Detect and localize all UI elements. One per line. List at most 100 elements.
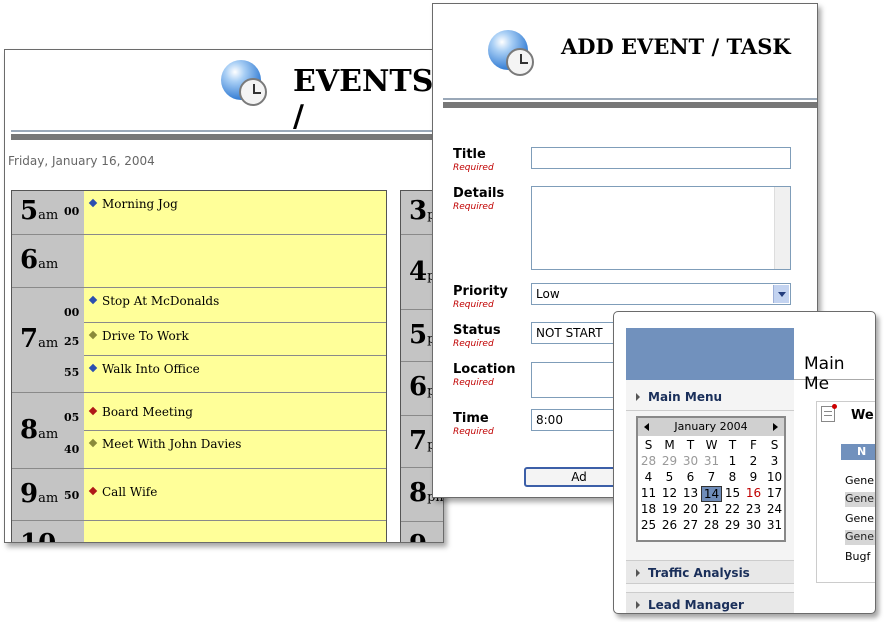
traffic-analysis-row[interactable]: Traffic Analysis xyxy=(626,560,794,584)
title-required: Required xyxy=(453,163,494,173)
calendar-weekday: T xyxy=(686,438,695,452)
calendar-day[interactable]: 3 xyxy=(764,454,785,470)
list-item[interactable]: Gene xyxy=(845,474,874,487)
bullet-diamond-icon xyxy=(88,295,98,305)
hour-label: 7 xyxy=(409,426,428,456)
menu-header-band xyxy=(626,328,794,380)
event-row[interactable]: Stop At McDonalds xyxy=(84,288,386,323)
event-row[interactable]: Meet With John Davies xyxy=(84,431,386,469)
calendar-day[interactable]: 31 xyxy=(764,518,785,534)
hour-label: 3 xyxy=(409,196,428,226)
menu-divider xyxy=(626,410,794,411)
calendar-day[interactable]: 9 xyxy=(743,470,764,486)
title-label: Title xyxy=(453,147,486,162)
event-title[interactable]: Stop At McDonalds xyxy=(102,294,219,308)
calendar-day[interactable]: 19 xyxy=(659,502,680,518)
calendar-day[interactable]: 16 xyxy=(743,486,764,502)
calendar-day[interactable]: 13 xyxy=(680,486,701,502)
calendar-day[interactable]: 20 xyxy=(680,502,701,518)
hour-6am: 6am xyxy=(12,235,84,288)
calendar-day[interactable]: 14 xyxy=(701,486,722,502)
event-title[interactable]: Morning Jog xyxy=(102,197,178,211)
calendar-weekday: S xyxy=(644,438,653,452)
calendar-day[interactable]: 8 xyxy=(722,470,743,486)
list-item[interactable]: Gene xyxy=(845,492,875,507)
calendar-day[interactable]: 27 xyxy=(680,518,701,534)
calendar-day[interactable]: 18 xyxy=(638,502,659,518)
event-title[interactable]: Drive To Work xyxy=(102,329,189,343)
title-input[interactable] xyxy=(531,147,791,169)
ampm-label: am xyxy=(38,427,59,442)
calendar-day[interactable]: 10 xyxy=(764,470,785,486)
calendar-day[interactable]: 31 xyxy=(701,454,722,470)
calendar-day[interactable]: 28 xyxy=(638,454,659,470)
title-rule-thin xyxy=(11,130,443,132)
calendar-day[interactable]: 15 xyxy=(722,486,743,502)
calendar-day[interactable]: 30 xyxy=(680,454,701,470)
calendar-day[interactable]: 29 xyxy=(722,518,743,534)
calendar-day[interactable]: 2 xyxy=(743,454,764,470)
bullet-diamond-icon xyxy=(88,406,98,416)
list-item[interactable]: Gene xyxy=(845,512,874,525)
event-title[interactable]: Board Meeting xyxy=(102,405,193,419)
priority-select[interactable]: Low xyxy=(531,283,791,305)
event-row[interactable]: Call Wife xyxy=(84,469,386,521)
calendar-day[interactable]: 29 xyxy=(659,454,680,470)
calendar-day[interactable]: 6 xyxy=(680,470,701,486)
calendar-day[interactable]: 4 xyxy=(638,470,659,486)
hour-label: 4 xyxy=(409,257,428,287)
calendar-day[interactable]: 26 xyxy=(659,518,680,534)
list-item[interactable]: Bugf xyxy=(845,550,870,563)
minute-label: 55 xyxy=(64,366,80,379)
hour-label: 6 xyxy=(409,372,428,402)
details-textarea[interactable] xyxy=(531,186,791,270)
calendar-day[interactable]: 5 xyxy=(659,470,680,486)
calendar-day[interactable]: 24 xyxy=(764,502,785,518)
calendar-day[interactable]: 12 xyxy=(659,486,680,502)
event-row-empty[interactable] xyxy=(84,235,386,288)
hour-9am: 9am 50 xyxy=(12,469,84,521)
calendar-day[interactable]: 25 xyxy=(638,518,659,534)
schedule-am: 5am 00 Morning Jog 6am 7am 00 25 55 Stop… xyxy=(11,190,387,542)
events-window: EVENTS / Friday, January 16, 2004 5am 00… xyxy=(4,49,444,543)
minute-label: 40 xyxy=(64,443,80,456)
calendar-day[interactable]: 22 xyxy=(722,502,743,518)
hour-5am: 5am 00 xyxy=(12,191,84,235)
details-scrollbar[interactable] xyxy=(774,187,790,269)
bullet-diamond-icon xyxy=(88,486,98,496)
calendar-day[interactable]: 21 xyxy=(701,502,722,518)
calendar-day[interactable]: 30 xyxy=(743,518,764,534)
event-row[interactable]: Board Meeting xyxy=(84,393,386,431)
chevron-down-icon[interactable] xyxy=(773,285,789,303)
calendar-day[interactable]: 23 xyxy=(743,502,764,518)
event-row[interactable]: Drive To Work xyxy=(84,323,386,356)
location-required: Required xyxy=(453,378,494,388)
new-button[interactable]: N xyxy=(841,444,875,460)
event-row[interactable]: Walk Into Office xyxy=(84,356,386,393)
hour-9pm: 9 xyxy=(401,522,443,542)
lead-manager-row[interactable]: Lead Manager xyxy=(626,592,794,613)
list-item[interactable]: Gene xyxy=(845,530,875,545)
title-rule-thick xyxy=(11,134,443,140)
event-title[interactable]: Call Wife xyxy=(102,485,157,499)
bullet-diamond-icon xyxy=(88,198,98,208)
traffic-analysis-label: Traffic Analysis xyxy=(648,566,750,580)
calendar-weekday: M xyxy=(664,438,675,452)
calendar-day[interactable]: 1 xyxy=(722,454,743,470)
main-menu-link[interactable]: Main Menu xyxy=(636,390,722,404)
event-title[interactable]: Walk Into Office xyxy=(102,362,200,376)
event-title[interactable]: Meet With John Davies xyxy=(102,437,241,451)
notepad-icon xyxy=(821,404,837,422)
current-date: Friday, January 16, 2004 xyxy=(8,154,155,168)
add-event-title: ADD EVENT / TASK xyxy=(561,34,791,59)
calendar-day[interactable]: 28 xyxy=(701,518,722,534)
calendar-day[interactable]: 7 xyxy=(701,470,722,486)
prev-month-icon[interactable] xyxy=(644,423,649,431)
hour-label: 7 xyxy=(20,324,39,354)
bullet-diamond-icon xyxy=(88,363,98,373)
next-month-icon[interactable] xyxy=(773,423,778,431)
clock-globe-icon xyxy=(221,60,269,108)
calendar-day[interactable]: 17 xyxy=(764,486,785,502)
calendar-day[interactable]: 11 xyxy=(638,486,659,502)
event-row[interactable]: Morning Jog xyxy=(84,191,386,235)
